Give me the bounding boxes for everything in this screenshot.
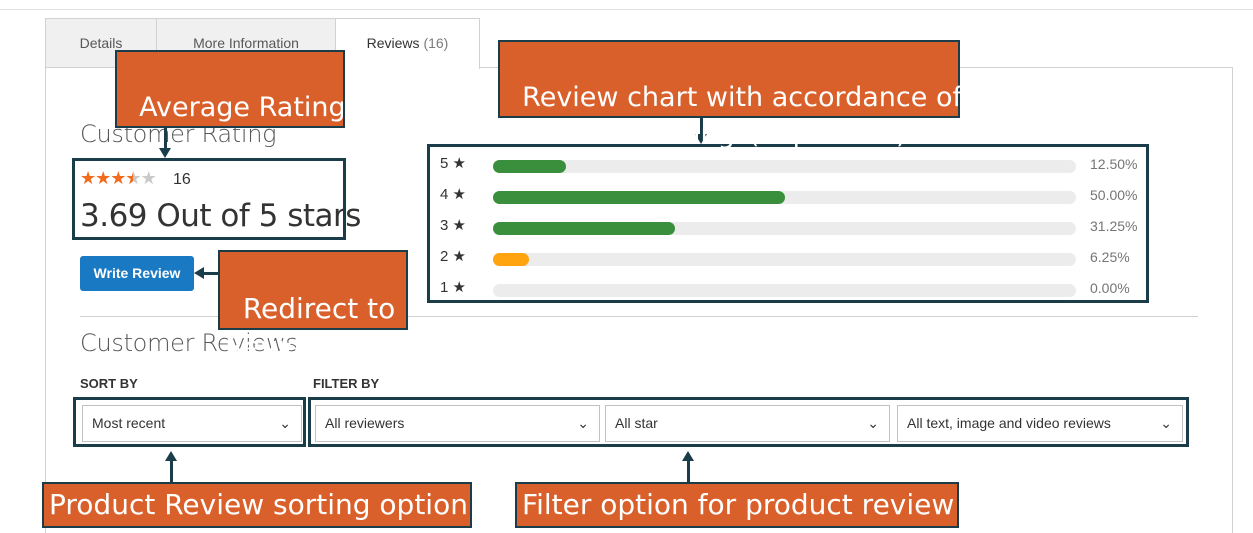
- sort-by-label: SORT BY: [80, 376, 138, 391]
- frame-filter: [308, 397, 1189, 447]
- callout-redirect: Redirect to Review form: [218, 250, 408, 363]
- callout-review-chart-text: Review chart with accordance of customer…: [505, 82, 962, 150]
- callout-review-chart: Review chart with accordance of customer…: [498, 40, 962, 150]
- arrow-head-up-icon: [165, 451, 177, 461]
- tab-reviews-label: Reviews: [366, 35, 420, 51]
- frame-review-chart: [427, 144, 1149, 303]
- filter-by-label: FILTER BY: [313, 376, 380, 391]
- arrow-head-left-icon: [194, 267, 204, 279]
- callout-filter: Filter option for product review: [515, 482, 959, 528]
- tab-reviews-count: (16): [423, 35, 449, 51]
- arrow-filter: [687, 460, 690, 482]
- tab-reviews[interactable]: Reviews (16): [335, 18, 480, 69]
- arrow-redirect: [203, 272, 219, 275]
- write-review-button[interactable]: Write Review: [80, 256, 194, 291]
- callout-sorting-text: Product Review sorting option: [49, 488, 468, 521]
- arrow-head-down-icon: [159, 148, 171, 158]
- callout-filter-text: Filter option for product review: [522, 488, 955, 521]
- callout-redirect-text: Redirect to Review form: [225, 292, 400, 363]
- arrow-head-up-icon: [682, 451, 694, 461]
- tab-more-information-label: More Information: [193, 35, 299, 51]
- frame-sort: [73, 397, 306, 447]
- callout-sorting: Product Review sorting option: [42, 482, 472, 528]
- frame-average-rating: [72, 158, 346, 240]
- callout-average-rating-text: Average Rating and total review: [139, 92, 345, 123]
- tab-details-label: Details: [79, 35, 123, 51]
- arrow-sort: [170, 460, 173, 482]
- callout-average-rating: Average Rating and total review: [115, 50, 345, 128]
- top-rule: [0, 9, 1253, 10]
